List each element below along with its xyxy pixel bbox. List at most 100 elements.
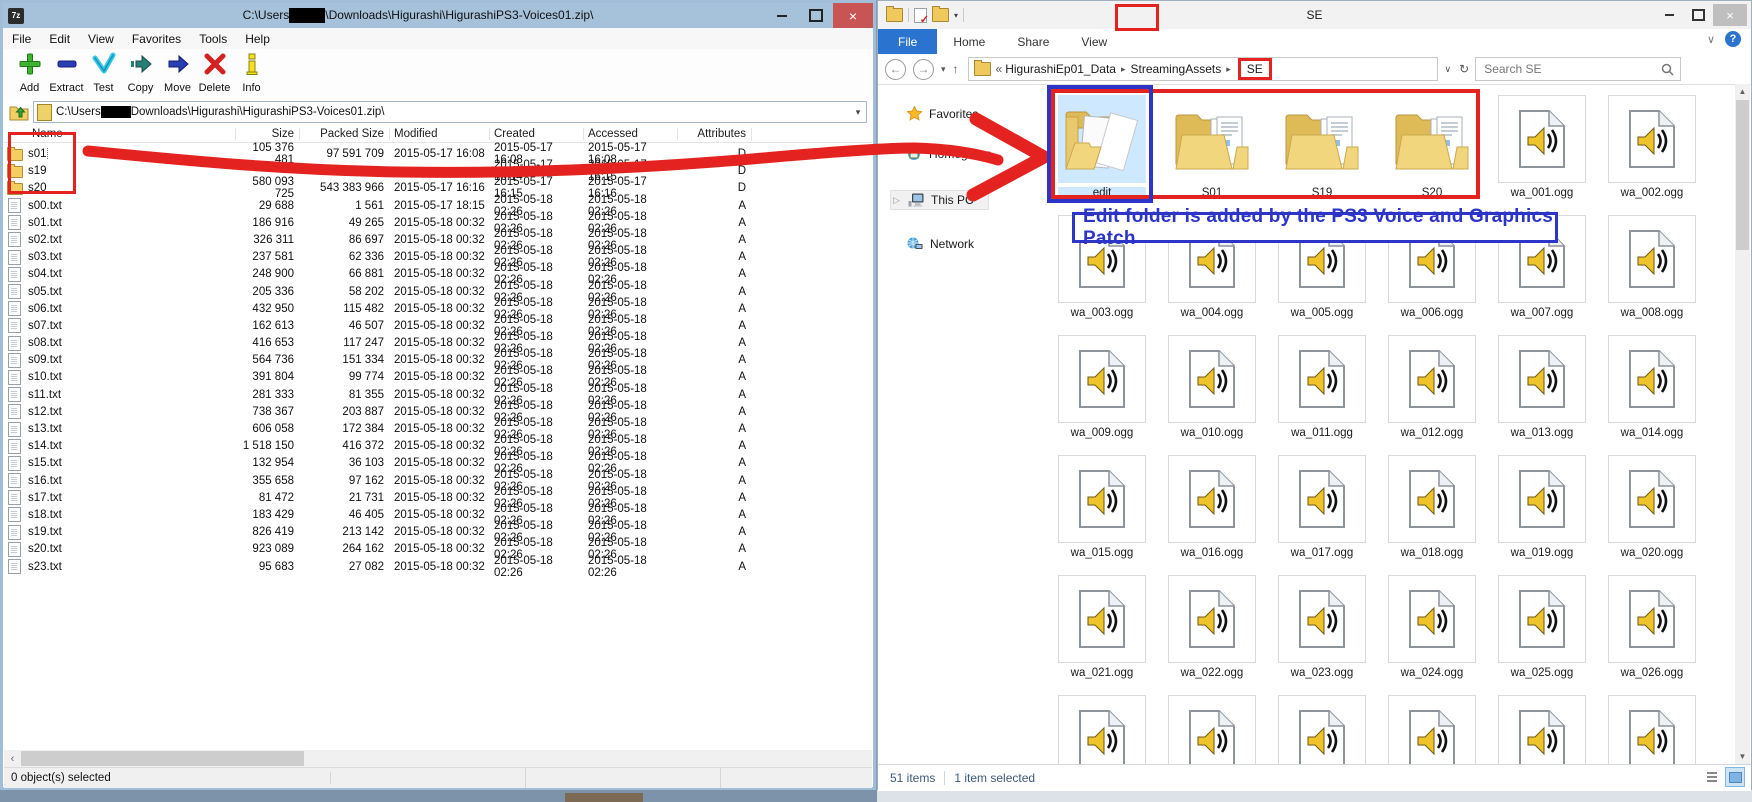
file-name[interactable]: s14.txt: [28, 440, 62, 452]
menu-file[interactable]: File: [3, 32, 40, 46]
minimize-button[interactable]: [765, 3, 799, 28]
file-name[interactable]: s16.txt: [28, 475, 62, 487]
table-row[interactable]: s13.txt606 058172 3842015-05-18 00:32201…: [4, 417, 872, 434]
sevenzip-address-combobox[interactable]: C:\UsersDownloads\Higurashi\HigurashiPS3…: [33, 101, 867, 123]
file-tile[interactable]: wa_018.ogg: [1388, 455, 1476, 559]
thumbnail-view-button[interactable]: [1725, 767, 1745, 787]
close-button[interactable]: ×: [833, 3, 873, 28]
table-row[interactable]: s10.txt391 80499 7742015-05-18 00:322015…: [4, 365, 872, 382]
table-row[interactable]: s08.txt416 653117 2472015-05-18 00:32201…: [4, 331, 872, 348]
file-tile[interactable]: wa_002.ogg: [1608, 95, 1696, 199]
file-tile[interactable]: wa_017.ogg: [1278, 455, 1366, 559]
file-tile[interactable]: wa_023.ogg: [1278, 575, 1366, 679]
table-row[interactable]: s192015-05-17 16:142015-05-17 16:15D: [4, 159, 872, 176]
column-size[interactable]: Size: [236, 128, 300, 140]
menu-help[interactable]: Help: [236, 32, 279, 46]
scroll-up-icon[interactable]: ▲: [1735, 84, 1750, 99]
table-row[interactable]: s04.txt248 90066 8812015-05-18 00:322015…: [4, 262, 872, 279]
file-tile[interactable]: wa_021.ogg: [1058, 575, 1146, 679]
file-tile[interactable]: wa_008.ogg: [1608, 215, 1696, 319]
file-name[interactable]: s01: [28, 148, 47, 160]
file-name[interactable]: s03.txt: [28, 251, 62, 263]
folder-tile[interactable]: edit: [1058, 95, 1146, 199]
table-row[interactable]: s09.txt564 736151 3342015-05-18 00:32201…: [4, 348, 872, 365]
file-tile[interactable]: wa_007.ogg: [1498, 215, 1586, 319]
file-tile[interactable]: [1058, 695, 1146, 764]
file-name[interactable]: s07.txt: [28, 320, 62, 332]
table-row[interactable]: s18.txt183 42946 4052015-05-18 00:322015…: [4, 503, 872, 520]
address-dropdown-icon[interactable]: ▾: [850, 107, 866, 118]
file-name[interactable]: s19: [28, 165, 47, 177]
table-row[interactable]: s00.txt29 6881 5612015-05-17 18:152015-0…: [4, 194, 872, 211]
file-tile[interactable]: wa_003.ogg: [1058, 215, 1146, 319]
table-row[interactable]: s20580 093 725543 383 9662015-05-17 16:1…: [4, 176, 872, 193]
file-name[interactable]: s23.txt: [28, 561, 62, 573]
file-name[interactable]: s11.txt: [28, 389, 61, 401]
file-tile[interactable]: wa_025.ogg: [1498, 575, 1586, 679]
file-name[interactable]: s02.txt: [28, 234, 62, 246]
horizontal-scrollbar[interactable]: ‹: [4, 750, 872, 767]
file-tile[interactable]: [1388, 695, 1476, 764]
file-name[interactable]: s00.txt: [28, 200, 62, 212]
file-tile[interactable]: wa_011.ogg: [1278, 335, 1366, 439]
table-row[interactable]: s05.txt205 33658 2022015-05-18 00:322015…: [4, 280, 872, 297]
move-button[interactable]: Move: [159, 52, 196, 94]
column-created[interactable]: Created: [490, 128, 584, 140]
file-tile[interactable]: wa_012.ogg: [1388, 335, 1476, 439]
table-row[interactable]: s20.txt923 089264 1622015-05-18 00:32201…: [4, 537, 872, 554]
file-tile[interactable]: wa_006.ogg: [1388, 215, 1476, 319]
up-directory-icon[interactable]: [9, 103, 29, 121]
file-name[interactable]: s09.txt: [28, 354, 62, 366]
menu-favorites[interactable]: Favorites: [123, 32, 190, 46]
table-row[interactable]: s06.txt432 950115 4822015-05-18 00:32201…: [4, 297, 872, 314]
scroll-down-icon[interactable]: ▼: [1735, 749, 1750, 764]
file-tile[interactable]: wa_013.ogg: [1498, 335, 1586, 439]
file-name[interactable]: s05.txt: [28, 286, 62, 298]
file-tile[interactable]: wa_010.ogg: [1168, 335, 1256, 439]
file-tile[interactable]: [1608, 695, 1696, 764]
table-row[interactable]: s02.txt326 31186 6972015-05-18 00:322015…: [4, 228, 872, 245]
column-packed-size[interactable]: Packed Size: [300, 128, 390, 140]
copy-button[interactable]: Copy: [122, 52, 159, 94]
file-tile[interactable]: wa_026.ogg: [1608, 575, 1696, 679]
column-modified[interactable]: Modified: [390, 128, 490, 140]
file-name[interactable]: s08.txt: [28, 337, 62, 349]
scrollbar-thumb[interactable]: [21, 751, 304, 766]
column-accessed[interactable]: Accessed: [584, 128, 678, 140]
file-tile[interactable]: wa_014.ogg: [1608, 335, 1696, 439]
delete-button[interactable]: Delete: [196, 52, 233, 94]
table-row[interactable]: s15.txt132 95436 1032015-05-18 00:322015…: [4, 451, 872, 468]
file-name[interactable]: s20.txt: [28, 543, 62, 555]
table-row[interactable]: s14.txt1 518 150416 3722015-05-18 00:322…: [4, 434, 872, 451]
sevenzip-titlebar[interactable]: 7z C:\Users\Downloads\Higurashi\Higurash…: [3, 3, 873, 28]
column-name[interactable]: Name: [28, 128, 236, 140]
table-row[interactable]: s01.txt186 91649 2652015-05-18 00:322015…: [4, 211, 872, 228]
file-name[interactable]: s18.txt: [28, 509, 62, 521]
info-button[interactable]: Info: [233, 52, 270, 94]
menu-tools[interactable]: Tools: [190, 32, 236, 46]
column-attributes[interactable]: Attributes: [678, 128, 752, 140]
file-name[interactable]: s04.txt: [28, 268, 62, 280]
file-name[interactable]: s20: [28, 182, 47, 194]
table-row[interactable]: s01105 376 48197 591 7092015-05-17 16:08…: [4, 142, 872, 159]
file-tile[interactable]: [1278, 695, 1366, 764]
file-tile[interactable]: wa_019.ogg: [1498, 455, 1586, 559]
table-row[interactable]: s11.txt281 33381 3552015-05-18 00:322015…: [4, 383, 872, 400]
file-name[interactable]: s17.txt: [28, 492, 62, 504]
scroll-left-icon[interactable]: ‹: [4, 753, 21, 765]
file-tile[interactable]: wa_004.ogg: [1168, 215, 1256, 319]
menu-view[interactable]: View: [79, 32, 123, 46]
folder-tile[interactable]: S01: [1168, 95, 1256, 199]
extract-button[interactable]: Extract: [48, 52, 85, 94]
scrollbar-thumb[interactable]: [1736, 100, 1749, 250]
folder-tile[interactable]: S20: [1388, 95, 1476, 199]
table-row[interactable]: s03.txt237 58162 3362015-05-18 00:322015…: [4, 245, 872, 262]
file-name[interactable]: s15.txt: [28, 457, 62, 469]
menu-edit[interactable]: Edit: [40, 32, 79, 46]
file-name[interactable]: s06.txt: [28, 303, 62, 315]
file-tile[interactable]: wa_020.ogg: [1608, 455, 1696, 559]
details-view-button[interactable]: [1702, 767, 1722, 787]
file-name[interactable]: s19.txt: [28, 526, 62, 538]
file-tile[interactable]: wa_022.ogg: [1168, 575, 1256, 679]
file-tile[interactable]: [1498, 695, 1586, 764]
